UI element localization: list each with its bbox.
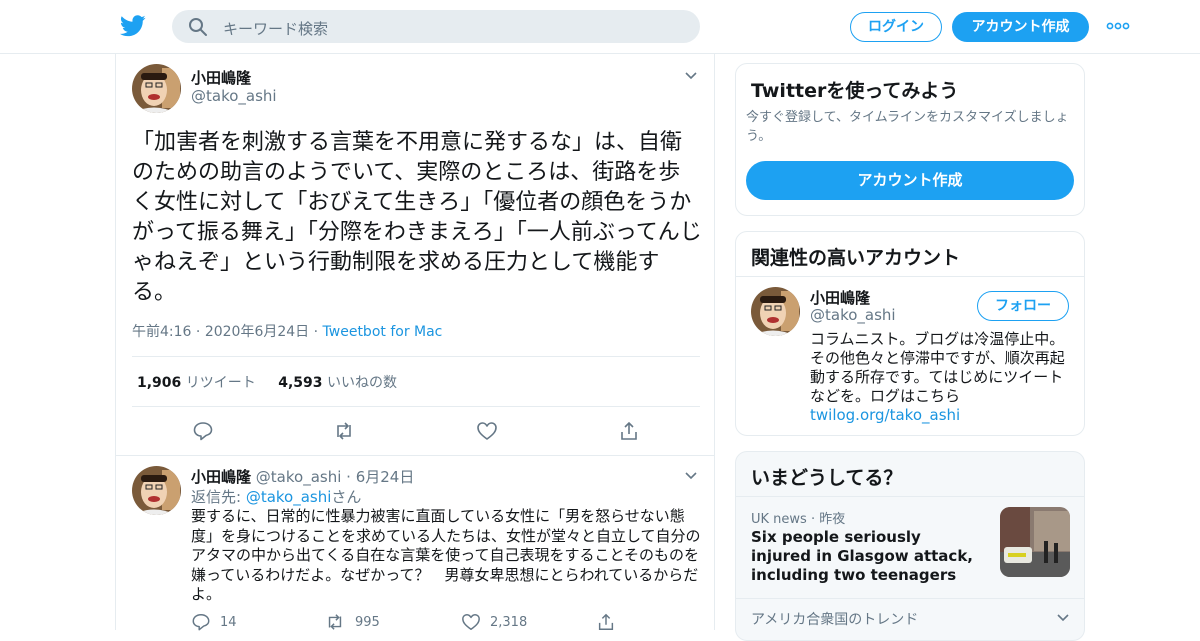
tweet-source-link[interactable]: Tweetbot for Mac	[323, 324, 443, 340]
tweet-meta: 午前4:16 · 2020年6月24日 · Tweetbot for Mac	[132, 321, 442, 341]
reply-author-name[interactable]: 小田嶋隆	[191, 468, 251, 486]
trend-thumbnail[interactable]	[1000, 507, 1070, 577]
more-options-icon[interactable]	[1106, 18, 1130, 34]
avatar[interactable]	[751, 287, 800, 336]
reply-header: 小田嶋隆 @tako_ashi · 6月24日	[191, 466, 414, 487]
top-navigation-bar: キーワード検索 ログイン アカウント作成	[0, 0, 1200, 54]
like-icon[interactable]	[476, 420, 498, 442]
divider	[132, 406, 700, 407]
meta-separator: ·	[806, 512, 820, 527]
trend-source: UK news	[751, 512, 807, 527]
reply-author-handle[interactable]: @tako_ashi	[256, 468, 342, 486]
avatar[interactable]	[132, 466, 181, 515]
chevron-down-icon[interactable]	[684, 71, 698, 81]
chevron-down-icon[interactable]	[684, 471, 698, 481]
divider	[116, 455, 714, 456]
account-bio-link[interactable]: twilog.org/tako_ashi	[810, 406, 1070, 425]
tweet-stats: 1,906 リツイート 4,593 いいねの数	[137, 372, 397, 392]
trend-location-label: アメリカ合衆国のトレンド	[751, 612, 919, 628]
trend-meta: UK news · 昨夜	[751, 508, 845, 527]
follow-button[interactable]: フォロー	[977, 291, 1069, 321]
like-stat[interactable]: 4,593 いいねの数	[278, 375, 397, 391]
tweet-time[interactable]: 午前4:16	[132, 324, 191, 340]
meta-separator: ·	[309, 324, 323, 340]
signup-card-title: Twitterを使ってみよう	[751, 80, 959, 102]
search-bar[interactable]: キーワード検索	[172, 10, 700, 43]
avatar-photo	[132, 64, 181, 113]
reply-icon[interactable]	[192, 420, 214, 442]
related-card-title: 関連性の高いアカウント	[751, 247, 961, 269]
reply-icon[interactable]	[191, 612, 211, 632]
account-bio: コラムニスト。ブログは冷温停止中。その他色々と停滞中ですが、順次再起動する所存で…	[810, 330, 1070, 425]
reply-text: 要するに、日常的に性暴力被害に直面している女性に「男を怒らせない態度」を身につけ…	[191, 507, 701, 603]
login-button[interactable]: ログイン	[850, 12, 942, 42]
reply-date[interactable]: 6月24日	[356, 468, 415, 486]
reply-to-suffix: さん	[331, 488, 362, 506]
share-icon[interactable]	[596, 612, 616, 632]
retweet-icon[interactable]	[325, 612, 345, 632]
trends-card: いまどうしてる？ UK news · 昨夜 Six people serious…	[735, 451, 1085, 641]
account-bio-text: コラムニスト。ブログは冷温停止中。その他色々と停滞中ですが、順次再起動する所存で…	[810, 330, 1065, 405]
twitter-logo-icon[interactable]	[120, 14, 146, 38]
account-handle[interactable]: @tako_ashi	[810, 306, 896, 324]
chevron-down-icon[interactable]	[1056, 613, 1070, 623]
signup-card-description: 今すぐ登録して、タイムラインをカスタマイズしましょう。	[746, 110, 1069, 144]
search-icon	[189, 18, 207, 36]
reply-count: 14	[220, 615, 237, 630]
divider	[736, 276, 1084, 277]
divider	[736, 496, 1084, 497]
reply-to-line: 返信先: @tako_ashiさん	[191, 486, 361, 507]
create-account-button[interactable]: アカウント作成	[746, 161, 1074, 200]
like-count: 2,318	[490, 615, 528, 630]
trend-time: 昨夜	[819, 512, 846, 527]
avatar-photo	[132, 466, 181, 515]
tweet-date[interactable]: 2020年6月24日	[205, 324, 309, 340]
trend-headline[interactable]: Six people seriously injured in Glasgow …	[751, 528, 976, 585]
news-photo	[1000, 507, 1070, 577]
divider	[736, 598, 1084, 599]
signup-button[interactable]: アカウント作成	[952, 12, 1089, 42]
retweet-count: 1,906	[137, 375, 182, 391]
tweet-text: 「加害者を刺激する言葉を不用意に発するな」は、自衛のための助言のようでいて、実際…	[132, 130, 702, 305]
retweet-stat[interactable]: 1,906 リツイート	[137, 375, 256, 391]
share-icon[interactable]	[618, 420, 640, 442]
author-handle[interactable]: @tako_ashi	[191, 87, 277, 105]
like-label: いいねの数	[326, 375, 397, 391]
avatar[interactable]	[132, 64, 181, 113]
divider	[132, 356, 700, 357]
retweet-count: 995	[355, 615, 380, 630]
like-count: 4,593	[278, 375, 323, 391]
search-input[interactable]: キーワード検索	[223, 18, 328, 39]
retweet-label: リツイート	[185, 375, 256, 391]
tweet-column: 小田嶋隆 @tako_ashi 「加害者を刺激する言葉を不用意に発するな」は、自…	[115, 54, 715, 632]
like-icon[interactable]	[461, 612, 481, 632]
account-name[interactable]: 小田嶋隆	[810, 287, 870, 308]
reply-to-prefix: 返信先:	[191, 488, 246, 506]
reply-to-handle[interactable]: @tako_ashi	[246, 488, 332, 506]
signup-card: Twitterを使ってみよう 今すぐ登録して、タイムラインをカスタマイズしましょ…	[735, 63, 1085, 216]
retweet-icon[interactable]	[333, 420, 355, 442]
meta-separator: ·	[191, 324, 205, 340]
author-name[interactable]: 小田嶋隆	[191, 67, 251, 88]
meta-separator: ·	[341, 468, 356, 486]
trends-card-title: いまどうしてる？	[751, 467, 903, 489]
related-accounts-card: 関連性の高いアカウント 小田嶋隆 @tako_ashi フォロー コラムニスト。…	[735, 231, 1085, 436]
avatar-photo	[751, 287, 800, 336]
